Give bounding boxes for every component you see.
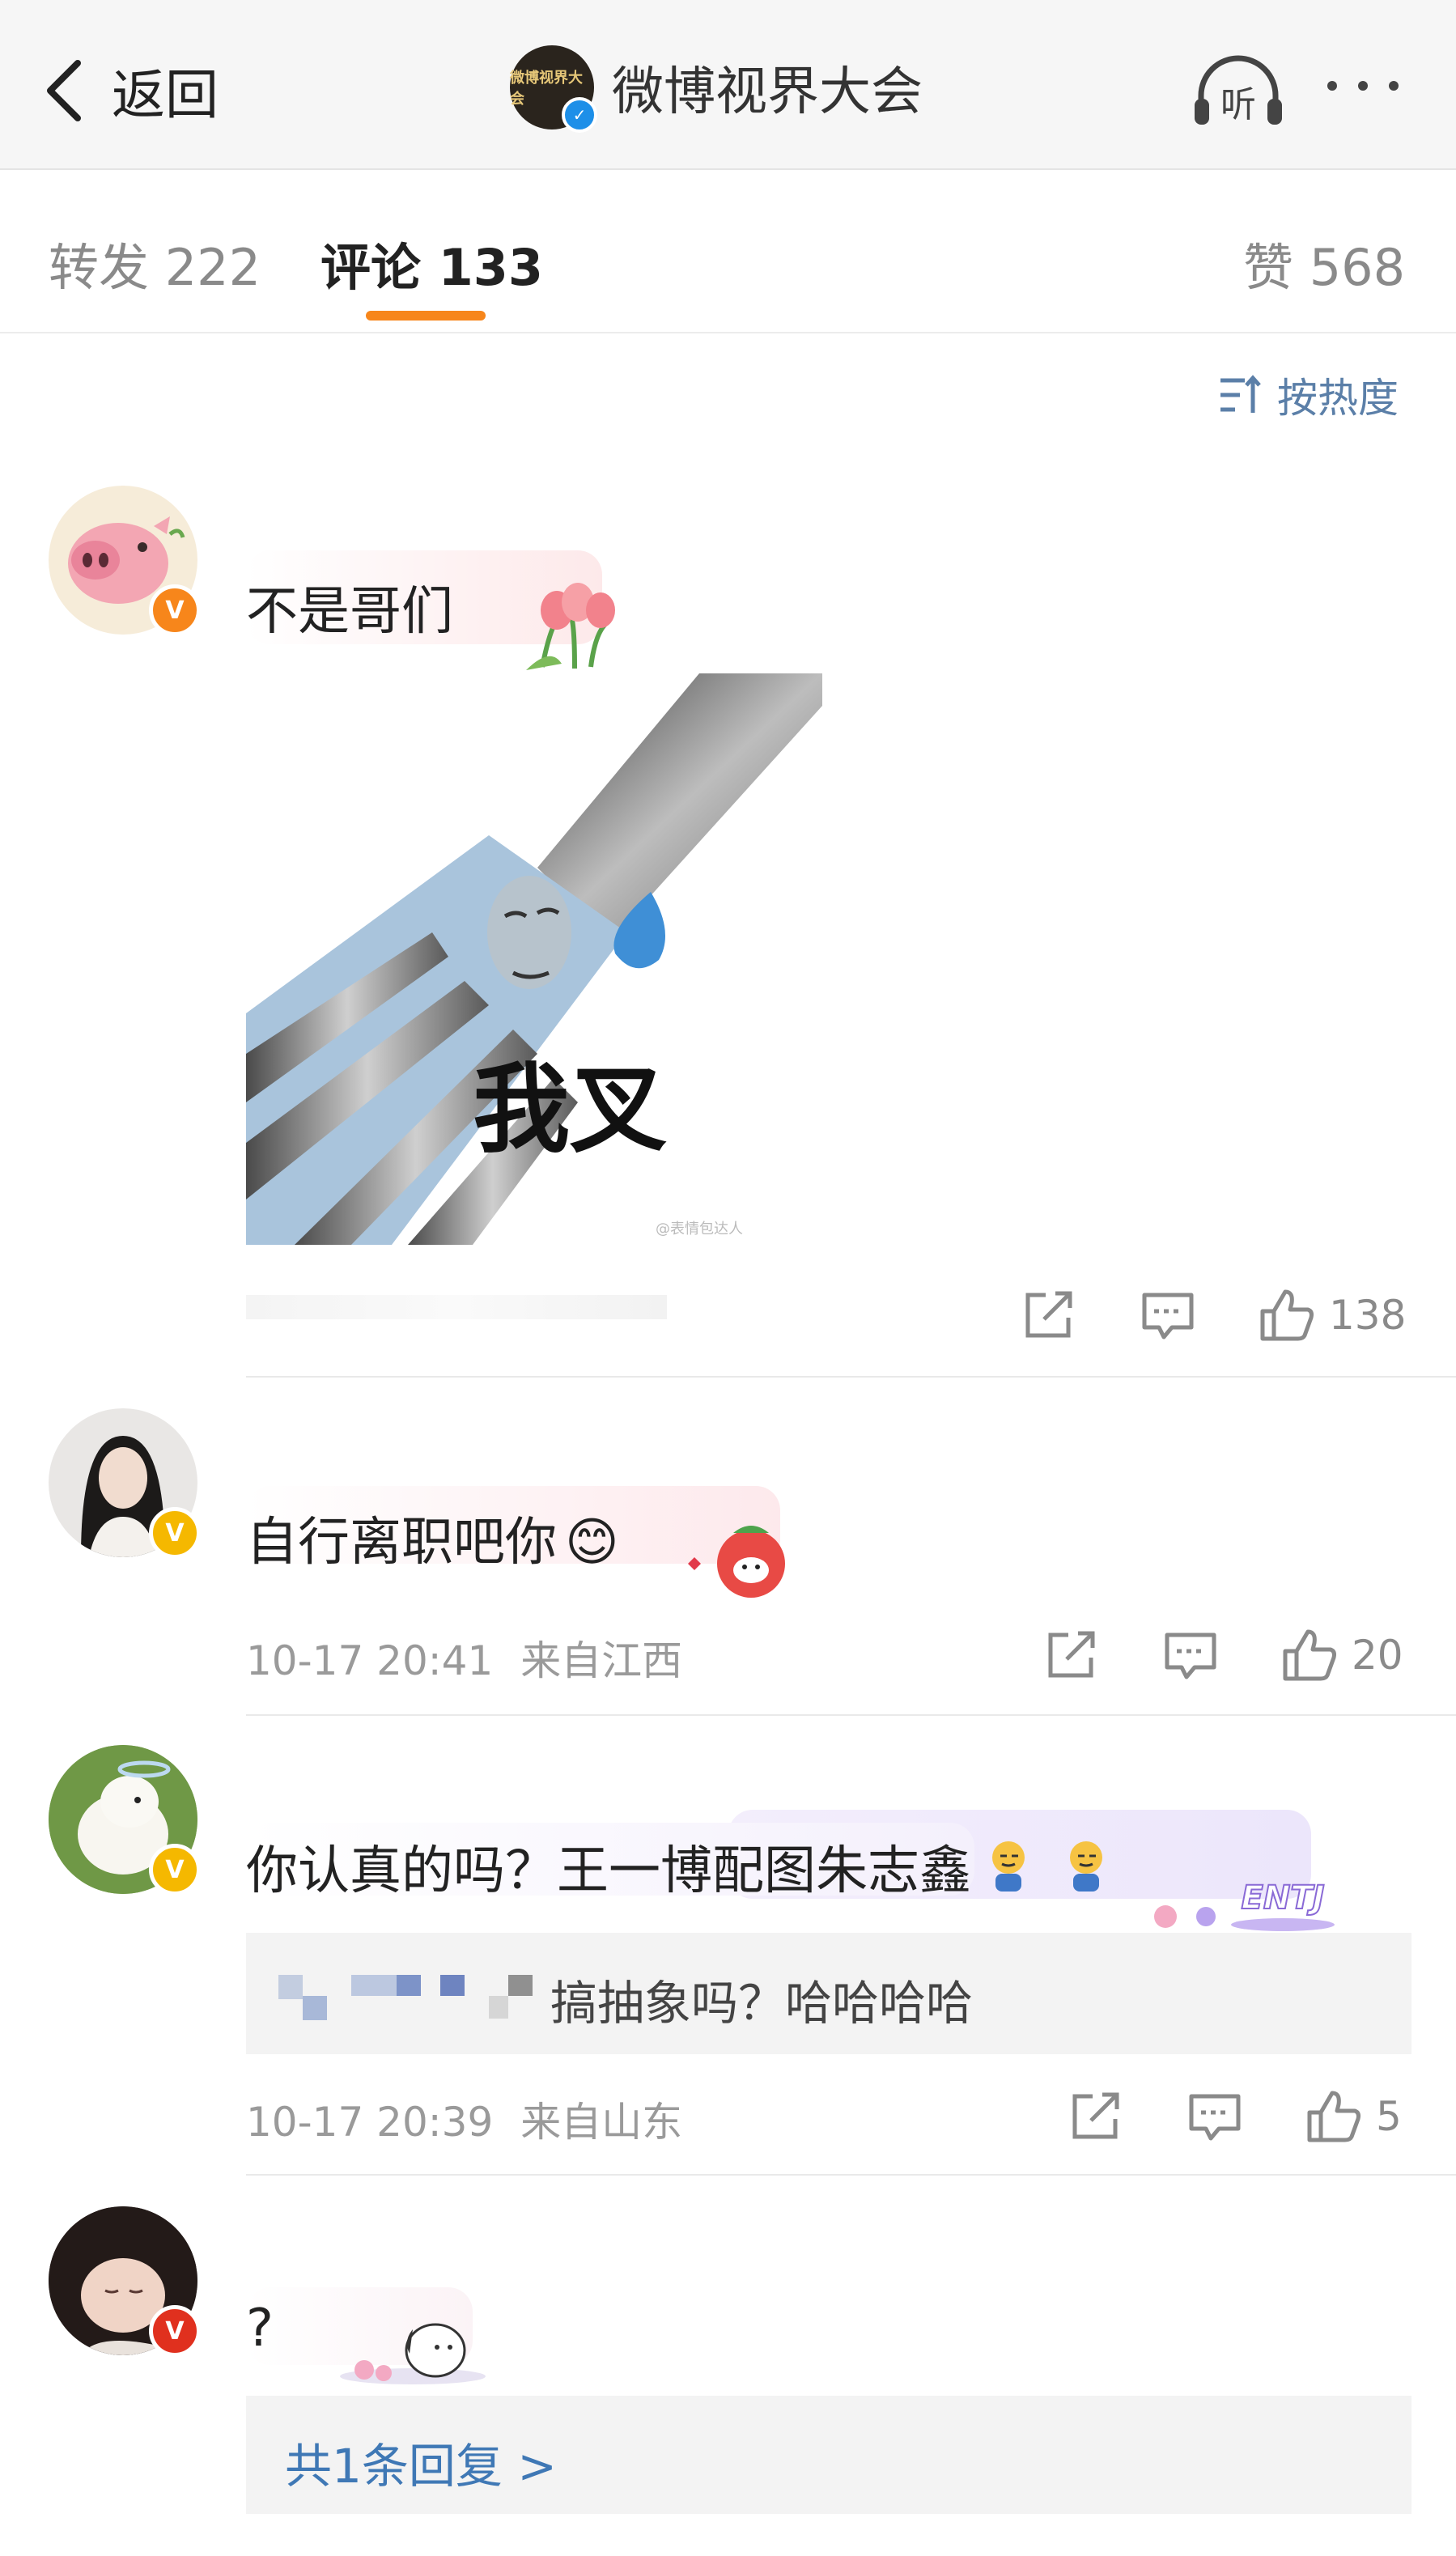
smile-emoji-icon: 😊	[565, 1513, 619, 1573]
share-icon[interactable]	[1068, 2090, 1125, 2143]
comment-text: 自行离职吧你	[246, 1513, 557, 1573]
listen-headphones-icon[interactable]: 听	[1190, 53, 1287, 131]
verified-badge: V	[149, 584, 201, 636]
entj-decoration-icon: ENTJ	[1154, 1879, 1335, 1931]
tab-bar: 转发 222 评论 133 赞 568	[0, 170, 1456, 333]
chevron-left-icon	[47, 60, 81, 121]
divider	[246, 2174, 1456, 2176]
fork-meme-image: 我叉 @表情包达人	[246, 673, 822, 1245]
comment-icon[interactable]	[1162, 1628, 1219, 1682]
tab-comment-label: 评论	[320, 238, 422, 297]
dot-icon	[1389, 81, 1399, 91]
top-nav-bar: 返回 微博视界大会 ✓ 微博视界大会 听	[0, 0, 1456, 170]
comment-icon[interactable]	[1186, 2090, 1243, 2143]
sweat-face-emoji-icon	[992, 1841, 1025, 1892]
tab-comment[interactable]: 评论 133	[320, 227, 543, 299]
pochacco-decoration-icon	[340, 2323, 486, 2384]
sweat-face-emoji-icon	[1070, 1841, 1102, 1892]
like-count: 5	[1376, 2093, 1402, 2140]
like-count: 20	[1352, 1632, 1403, 1679]
comment-icon[interactable]	[1140, 1289, 1196, 1342]
comment-text: 不是哥们	[246, 582, 453, 642]
thumbs-up-icon	[1260, 1289, 1314, 1341]
dot-icon	[1358, 81, 1368, 91]
back-button[interactable]: 返回	[36, 52, 219, 129]
comment-meta: 10-17 20:41 来自江西	[246, 1628, 682, 1687]
blurred-meta	[246, 1295, 667, 1319]
like-button[interactable]: 138	[1258, 1287, 1406, 1344]
more-options-button[interactable]	[1327, 81, 1399, 91]
divider	[246, 1376, 1456, 1378]
tab-repost-label: 转发	[49, 238, 150, 297]
comment-actions: 5	[1068, 2088, 1402, 2145]
comment-actions: 20	[1044, 1627, 1403, 1683]
avatar[interactable]: V	[49, 2206, 201, 2357]
comment-text: ?	[246, 2299, 274, 2359]
verified-badge: V	[149, 1507, 201, 1559]
quoted-comment[interactable]: 搞抽象吗？哈哈哈哈	[246, 1933, 1411, 2054]
like-count: 138	[1329, 1292, 1407, 1339]
comment-time: 10-17 20:41	[246, 1637, 494, 1684]
tab-like[interactable]: 赞 568	[1243, 227, 1405, 299]
sort-icon	[1220, 375, 1261, 413]
entj-label: ENTJ	[1242, 1879, 1325, 1917]
tab-repost-count: 222	[164, 238, 261, 297]
comment-time: 10-17 20:39	[246, 2099, 494, 2146]
image-watermark: @表情包达人	[656, 1221, 743, 1238]
divider	[246, 1714, 1456, 1716]
comment-text-row: 自行离职吧你 😊	[246, 1501, 619, 1575]
active-tab-indicator	[366, 311, 486, 321]
thumbs-up-icon	[1283, 1629, 1336, 1681]
sort-label: 按热度	[1277, 375, 1399, 422]
back-label: 返回	[112, 64, 219, 126]
tab-like-label: 赞	[1243, 238, 1294, 297]
verified-badge: V	[149, 2305, 201, 2357]
share-icon[interactable]	[1021, 1289, 1078, 1342]
blurred-username	[278, 1975, 537, 2020]
dot-icon	[1327, 81, 1337, 91]
comment-actions: 138	[1021, 1287, 1406, 1344]
tab-like-count: 568	[1309, 238, 1406, 297]
account-avatar[interactable]: 微博视界大会 ✓	[510, 45, 597, 133]
view-replies-button[interactable]: 共1条回复 >	[246, 2396, 1411, 2514]
like-button[interactable]: 20	[1280, 1627, 1403, 1683]
avatar[interactable]: V	[49, 1408, 201, 1559]
sticker-caption: 我叉	[473, 1054, 667, 1166]
comment-text: 你认真的吗？王一博配图朱志鑫	[246, 1841, 971, 1901]
verified-badge-icon: ✓	[562, 97, 597, 133]
comment-location: 来自江西	[520, 1637, 683, 1684]
tulip-decoration-icon	[526, 583, 615, 670]
sort-by-hot-button[interactable]: 按热度	[1217, 366, 1399, 424]
comment-image[interactable]: 我叉 @表情包达人	[246, 673, 822, 1245]
avatar[interactable]: V	[49, 486, 201, 636]
comment-location: 来自山东	[520, 2099, 683, 2146]
like-button[interactable]: 5	[1305, 2088, 1402, 2145]
comment-text-row: 你认真的吗？王一博配图朱志鑫	[246, 1829, 1110, 1904]
tab-comment-count: 133	[438, 238, 544, 297]
tab-repost[interactable]: 转发 222	[49, 227, 261, 299]
quoted-text: 搞抽象吗？哈哈哈哈	[550, 1976, 974, 2031]
page-title: 微博视界大会	[612, 62, 923, 122]
listen-label: 听	[1220, 84, 1256, 125]
strawberry-decoration-icon	[688, 1526, 785, 1598]
account-title[interactable]: 微博视界大会 ✓ 微博视界大会	[510, 45, 923, 133]
avatar[interactable]: V	[49, 1745, 201, 1896]
comment-meta: 10-17 20:39 来自山东	[246, 2090, 682, 2148]
thumbs-up-icon	[1307, 2091, 1360, 2142]
verified-badge: V	[149, 1844, 201, 1896]
replies-link: 共1条回复 >	[285, 2439, 557, 2494]
share-icon[interactable]	[1044, 1628, 1101, 1682]
